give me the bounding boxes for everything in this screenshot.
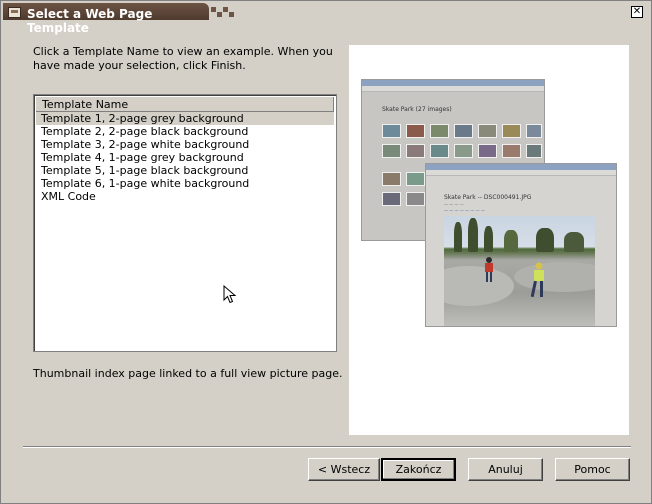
window-title: Select a Web Page Template — [27, 7, 153, 35]
template-description: Thumbnail index page linked to a full vi… — [33, 367, 343, 380]
help-button[interactable]: Pomoc — [555, 458, 630, 481]
preview-picture-heading: Skate Park -- DSC000491.JPG — [444, 194, 532, 201]
title-bar[interactable]: Select a Web Page Template ✕ — [1, 1, 651, 35]
template-dialog: Select a Web Page Template ✕ Click a Tem… — [0, 0, 652, 504]
title-decoration — [211, 7, 241, 21]
list-item[interactable]: Template 5, 1-page black background — [36, 164, 334, 177]
column-header-label: Template Name — [42, 98, 129, 111]
list-item[interactable]: Template 4, 1-page grey background — [36, 151, 334, 164]
finish-button[interactable]: Zakończ — [381, 458, 456, 481]
preview-skatepark-photo — [444, 216, 595, 326]
button-separator — [23, 446, 631, 448]
skater-figure — [485, 257, 493, 282]
preview-picture-page: Skate Park -- DSC000491.JPG — — — — — — … — [425, 163, 617, 327]
list-item[interactable]: Template 1, 2-page grey background — [36, 112, 334, 125]
template-preview: Skate Park (27 images) Skate Park -- DSC… — [349, 45, 629, 435]
template-list-items: Template 1, 2-page grey background Templ… — [36, 112, 334, 203]
mouse-pointer-icon — [223, 285, 237, 304]
instructions-text: Click a Template Name to view an example… — [33, 45, 333, 72]
template-list[interactable]: Template Name Template 1, 2-page grey ba… — [33, 94, 337, 352]
close-button[interactable]: ✕ — [631, 6, 643, 18]
cancel-button[interactable]: Anuluj — [468, 458, 543, 481]
list-item[interactable]: XML Code — [36, 190, 334, 203]
title-tab: Select a Web Page Template — [3, 3, 209, 35]
app-icon — [8, 7, 21, 18]
preview-index-heading: Skate Park (27 images) — [382, 106, 452, 113]
column-header-template-name[interactable]: Template Name — [36, 97, 334, 112]
back-button[interactable]: < Wstecz — [308, 458, 380, 481]
list-item[interactable]: Template 6, 1-page white background — [36, 177, 334, 190]
list-item[interactable]: Template 3, 2-page white background — [36, 138, 334, 151]
skater-figure — [530, 262, 544, 298]
list-item[interactable]: Template 2, 2-page black background — [36, 125, 334, 138]
